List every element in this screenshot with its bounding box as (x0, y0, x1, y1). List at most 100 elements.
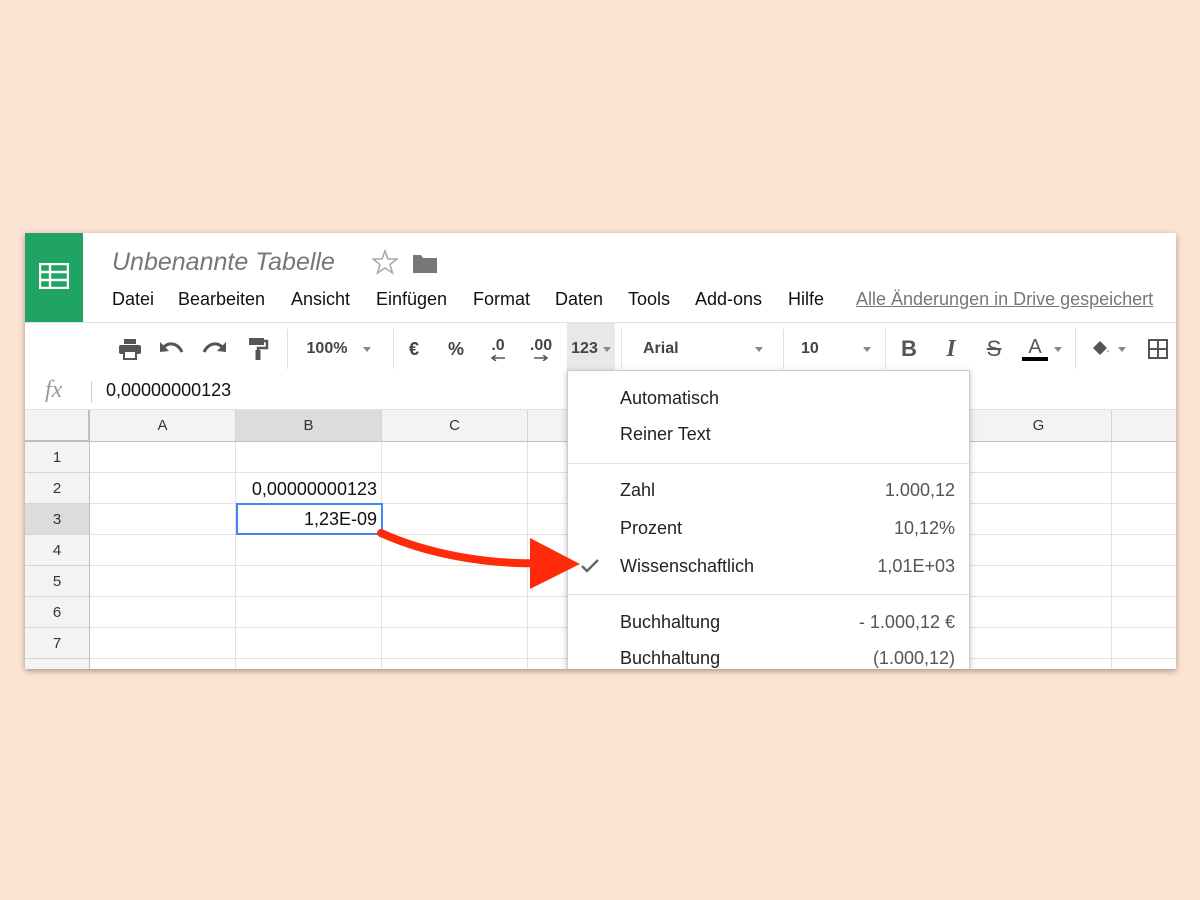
fill-handle[interactable] (379, 531, 385, 537)
cell-g6[interactable] (966, 597, 1112, 628)
zoom-value: 100% (306, 340, 348, 357)
cell-g7[interactable] (966, 628, 1112, 659)
font-family-select[interactable]: Arial (633, 323, 773, 375)
zoom-select[interactable]: 100% (301, 323, 377, 375)
fill-color-button[interactable] (1085, 323, 1131, 375)
menu-format[interactable]: Format (473, 289, 530, 310)
menu-item-label: Prozent (620, 518, 683, 538)
save-status-link[interactable]: Alle Änderungen in Drive gespeichert (856, 289, 1153, 310)
print-button[interactable] (113, 323, 147, 375)
cell-h8[interactable] (1112, 659, 1176, 669)
cell-a3[interactable] (90, 504, 236, 535)
cell-h1[interactable] (1112, 442, 1176, 473)
redo-button[interactable] (197, 323, 231, 375)
document-title[interactable]: Unbenannte Tabelle (112, 248, 335, 277)
column-header-a[interactable]: A (90, 410, 236, 442)
menu-tools[interactable]: Tools (628, 289, 670, 310)
row-header-4[interactable]: 4 (25, 535, 90, 566)
paint-format-button[interactable] (241, 323, 275, 375)
formula-input[interactable]: 0,00000000123 (106, 380, 231, 401)
cell-a7[interactable] (90, 628, 236, 659)
bold-button[interactable]: B (893, 323, 925, 375)
row-header-7[interactable]: 7 (25, 628, 90, 659)
undo-button[interactable] (155, 323, 189, 375)
cell-c6[interactable] (382, 597, 528, 628)
menu-item-buchhaltung[interactable]: Buchhaltung - 1.000,12 € (568, 606, 969, 640)
italic-button[interactable]: I (935, 323, 967, 375)
folder-icon[interactable] (412, 252, 438, 274)
cell-c4[interactable] (382, 535, 528, 566)
cell-c5[interactable] (382, 566, 528, 597)
menu-item-reiner-text[interactable]: Reiner Text (568, 418, 969, 452)
cell-c8[interactable] (382, 659, 528, 669)
cell-a6[interactable] (90, 597, 236, 628)
column-header-g[interactable]: G (966, 410, 1112, 442)
cell-c7[interactable] (382, 628, 528, 659)
cell-b2[interactable]: 0,00000000123 (236, 473, 382, 504)
column-header-b[interactable]: B (236, 410, 382, 442)
cell-g4[interactable] (966, 535, 1112, 566)
font-size-value: 10 (801, 340, 819, 357)
cell-h4[interactable] (1112, 535, 1176, 566)
cell-b7[interactable] (236, 628, 382, 659)
cell-g2[interactable] (966, 473, 1112, 504)
number-format-button[interactable]: 123 (567, 323, 615, 375)
cell-a1[interactable] (90, 442, 236, 473)
currency-format-button[interactable]: € (399, 323, 429, 375)
cell-h6[interactable] (1112, 597, 1176, 628)
cell-b5[interactable] (236, 566, 382, 597)
menu-item-automatisch[interactable]: Automatisch (568, 382, 969, 416)
menu-bearbeiten[interactable]: Bearbeiten (178, 289, 265, 310)
strikethrough-button[interactable]: S (978, 323, 1010, 375)
row-header-8[interactable] (25, 659, 90, 669)
menu-ansicht[interactable]: Ansicht (291, 289, 350, 310)
cell-b8[interactable] (236, 659, 382, 669)
cell-b1[interactable] (236, 442, 382, 473)
star-icon[interactable] (372, 249, 398, 275)
menu-daten[interactable]: Daten (555, 289, 603, 310)
cell-h2[interactable] (1112, 473, 1176, 504)
row-header-1[interactable]: 1 (25, 442, 90, 473)
cell-h7[interactable] (1112, 628, 1176, 659)
cell-b4[interactable] (236, 535, 382, 566)
menu-item-prozent[interactable]: Prozent 10,12% (568, 512, 969, 546)
cell-b6[interactable] (236, 597, 382, 628)
arrow-right-icon (534, 355, 549, 361)
cell-c1[interactable] (382, 442, 528, 473)
row-header-5[interactable]: 5 (25, 566, 90, 597)
cell-g1[interactable] (966, 442, 1112, 473)
column-header-c[interactable]: C (382, 410, 528, 442)
cell-h3[interactable] (1112, 504, 1176, 535)
chevron-down-icon (1054, 346, 1062, 352)
cell-g5[interactable] (966, 566, 1112, 597)
menu-hilfe[interactable]: Hilfe (788, 289, 824, 310)
increase-decimals-button[interactable]: .00 (523, 323, 559, 375)
select-all-corner[interactable] (25, 410, 90, 442)
cell-h5[interactable] (1112, 566, 1176, 597)
font-size-select[interactable]: 10 (793, 323, 879, 375)
row-header-2[interactable]: 2 (25, 473, 90, 504)
cell-a4[interactable] (90, 535, 236, 566)
row-header-6[interactable]: 6 (25, 597, 90, 628)
cell-a2[interactable] (90, 473, 236, 504)
cell-g8[interactable] (966, 659, 1112, 669)
cell-b3[interactable]: 1,23E-09 (236, 503, 383, 535)
menu-item-buchhaltung-klammern[interactable]: Buchhaltung (1.000,12) (568, 642, 969, 669)
menu-item-wissenschaftlich[interactable]: Wissenschaftlich 1,01E+03 (568, 550, 969, 584)
percent-format-button[interactable]: % (441, 323, 471, 375)
borders-button[interactable] (1143, 323, 1173, 375)
cell-c3[interactable] (382, 504, 528, 535)
cell-a8[interactable] (90, 659, 236, 669)
cell-c2[interactable] (382, 473, 528, 504)
column-header-h[interactable] (1112, 410, 1176, 442)
decrease-decimals-button[interactable]: .0 (481, 323, 515, 375)
menu-einfuegen[interactable]: Einfügen (376, 289, 447, 310)
menu-item-zahl[interactable]: Zahl 1.000,12 (568, 474, 969, 508)
row-header-3[interactable]: 3 (25, 504, 90, 535)
menu-add-ons[interactable]: Add-ons (695, 289, 762, 310)
cell-g3[interactable] (966, 504, 1112, 535)
chevron-down-icon (602, 346, 611, 352)
cell-a5[interactable] (90, 566, 236, 597)
menu-datei[interactable]: Datei (112, 289, 154, 310)
text-color-button[interactable]: A (1019, 323, 1065, 375)
